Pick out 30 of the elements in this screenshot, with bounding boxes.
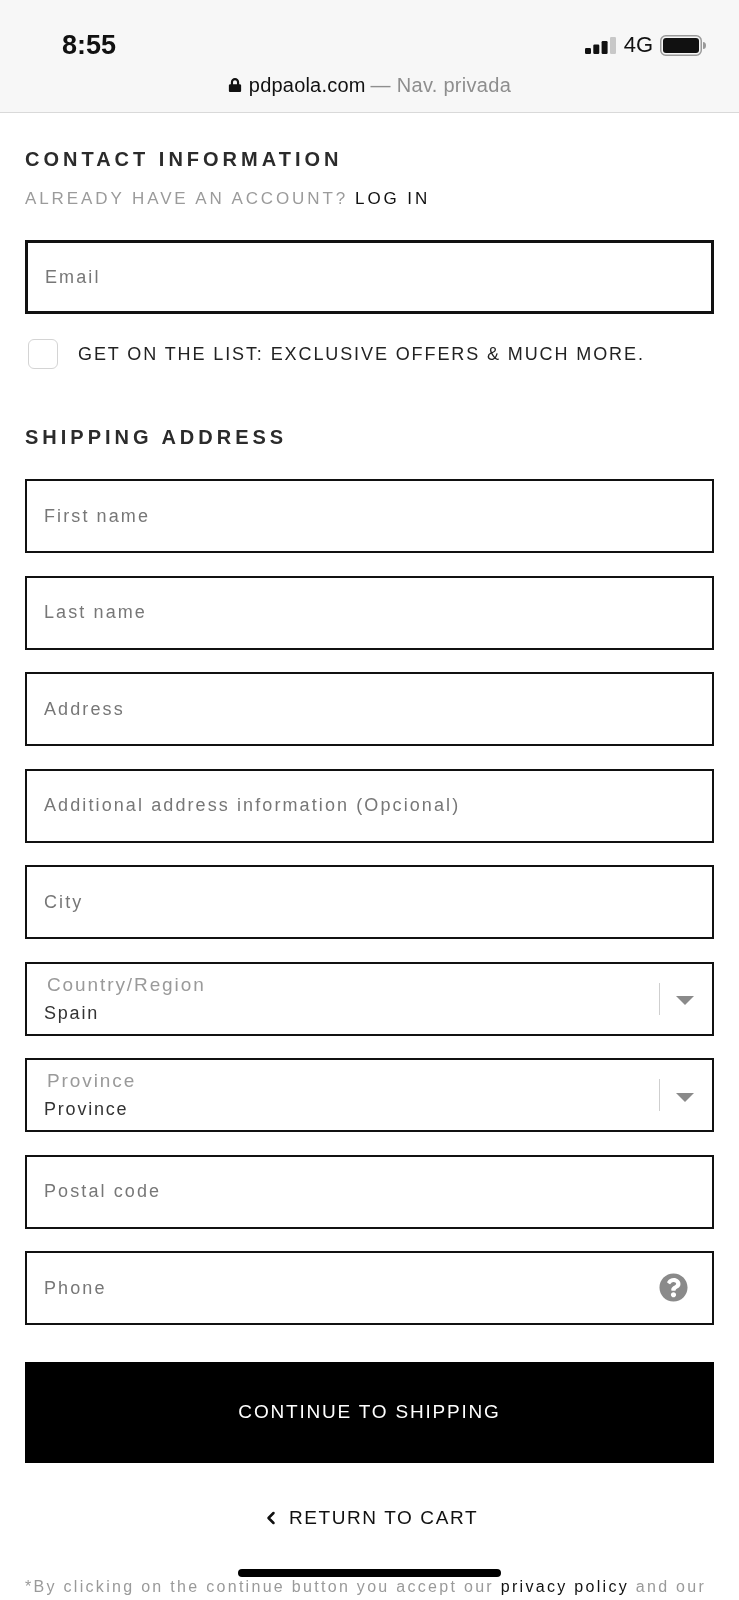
email-field[interactable]: Email <box>25 240 714 314</box>
address-field[interactable]: Address <box>25 672 714 746</box>
country-select[interactable]: Country/Region Spain <box>25 961 714 1036</box>
legal-note: *By clicking on the continue button you accept our privacy policy and our <box>25 1578 708 1596</box>
newsletter-label: GET ON THE LIST: EXCLUSIVE OFFERS & MUCH MORE. <box>78 343 645 365</box>
city-field[interactable]: City <box>25 865 714 939</box>
privacy-policy-link[interactable]: privacy policy <box>500 1578 629 1595</box>
signal-icon <box>584 36 616 54</box>
province-select[interactable]: Province Province <box>25 1058 714 1132</box>
newsletter-checkbox[interactable] <box>28 339 58 369</box>
battery-icon <box>660 34 706 56</box>
status-time: 8:55 <box>62 29 117 62</box>
lock-icon <box>227 78 242 92</box>
continue-to-shipping-button[interactable]: CONTINUE TO SHIPPING <box>25 1362 714 1463</box>
shipping-heading: SHIPPING ADDRESS <box>25 425 289 449</box>
return-to-cart-link[interactable]: RETURN TO CART <box>260 1507 479 1529</box>
postal-code-field[interactable]: Postal code <box>25 1154 714 1229</box>
caret-down-icon <box>676 996 694 1005</box>
contact-heading: CONTACT INFORMATION <box>25 147 344 171</box>
login-link[interactable]: LOG IN <box>355 188 431 210</box>
help-icon[interactable] <box>659 1273 688 1302</box>
network-label: 4G <box>623 32 653 58</box>
last-name-field[interactable]: Last name <box>25 575 714 650</box>
first-name-field[interactable]: First name <box>25 479 714 553</box>
account-prompt: ALREADY HAVE AN ACCOUNT? <box>25 188 349 210</box>
private-mode-label: — Nav. privada <box>370 73 512 97</box>
url-domain[interactable]: pdpaola.com <box>248 73 366 97</box>
address-extra-field[interactable]: Additional address information (Opcional) <box>25 768 714 843</box>
caret-down-icon <box>676 1092 694 1102</box>
phone-field[interactable]: Phone <box>25 1251 714 1325</box>
